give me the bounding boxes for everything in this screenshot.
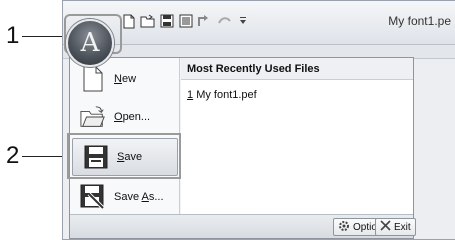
menu-item-open[interactable]: Open... (70, 98, 180, 136)
save-as-icon[interactable] (178, 13, 194, 29)
new-document-icon (80, 66, 106, 92)
undo-icon[interactable] (197, 13, 213, 29)
callout-leader-1 (22, 36, 67, 37)
redo-icon[interactable] (216, 13, 232, 29)
menu-item-save-as[interactable]: Save As... (70, 178, 180, 216)
close-icon (380, 220, 391, 234)
callout-leader-2 (22, 156, 67, 157)
exit-label: Exit (394, 221, 411, 233)
callout-frame-2 (67, 133, 181, 179)
customize-qat-icon[interactable] (235, 13, 251, 29)
recent-file-name: My font1.pef (196, 89, 257, 101)
recent-file-index: 1 (187, 89, 194, 101)
window-title: My font1.pe (388, 14, 451, 28)
recent-files-heading: Most Recently Used Files (181, 58, 413, 80)
recent-files-panel: Most Recently Used Files 1 My font1.pef (181, 58, 413, 216)
new-document-icon[interactable] (121, 13, 137, 29)
save-disk-icon[interactable] (159, 13, 175, 29)
menu-item-open-label: Open... (114, 111, 151, 123)
gear-icon (338, 220, 350, 235)
recent-file-item[interactable]: 1 My font1.pef (181, 80, 413, 101)
callout-number-1: 1 (6, 22, 20, 49)
callout-number-2: 2 (6, 142, 20, 169)
menu-footer: Options Exit (70, 214, 416, 238)
save-as-icon (80, 184, 106, 210)
menu-item-save-as-label: Save As... (114, 191, 164, 203)
application-menu-button[interactable]: A (66, 19, 114, 67)
open-folder-icon (80, 104, 106, 130)
open-folder-icon[interactable] (140, 13, 156, 29)
menu-item-new-label: New (114, 73, 137, 85)
app-logo-letter: A (80, 28, 100, 58)
quick-access-toolbar (121, 13, 251, 29)
exit-button[interactable]: Exit (375, 218, 416, 236)
